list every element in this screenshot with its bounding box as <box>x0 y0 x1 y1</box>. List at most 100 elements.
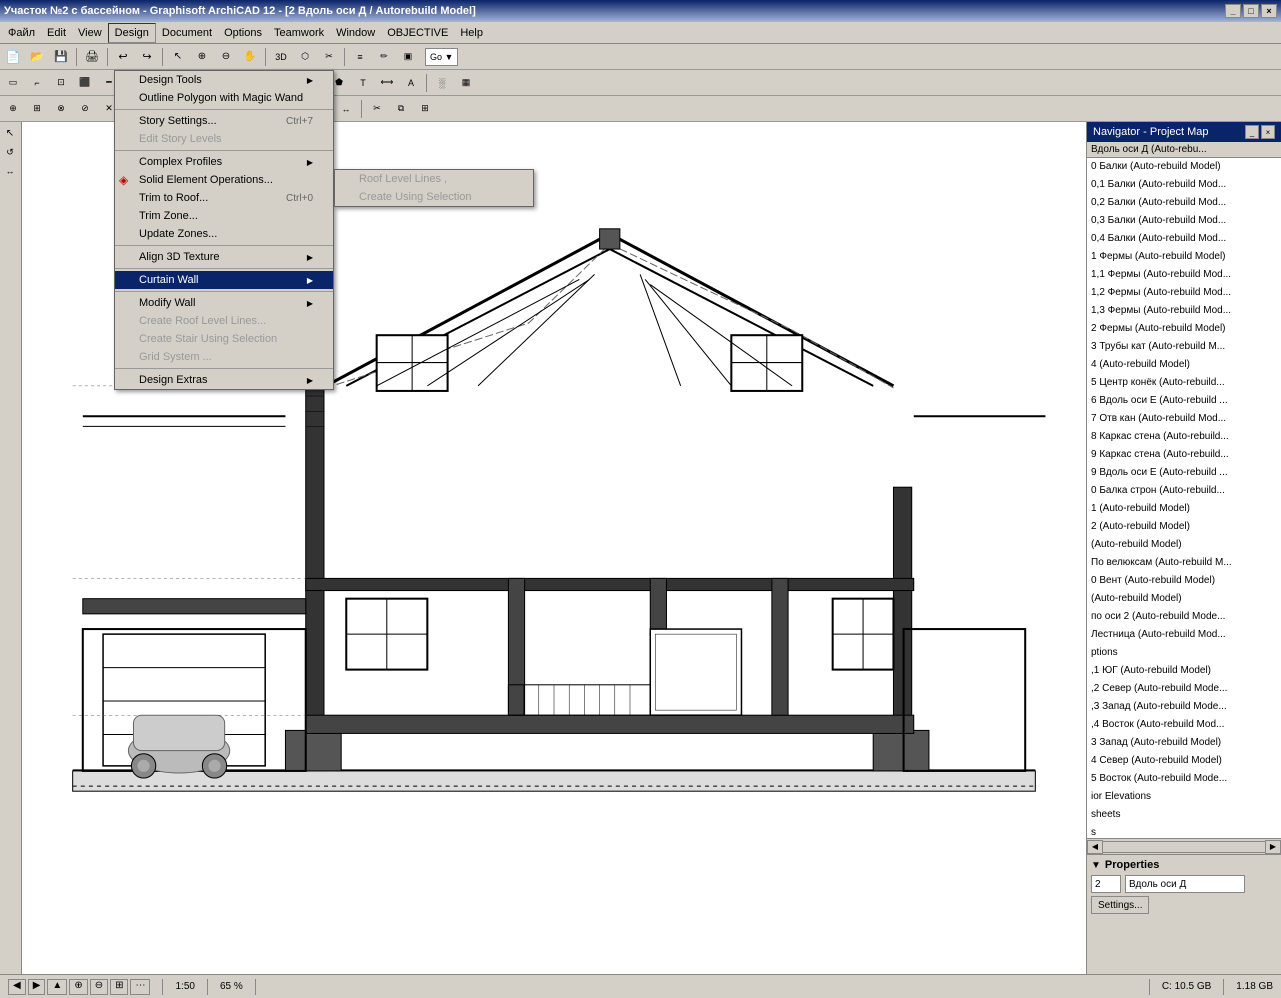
tb-text[interactable]: T <box>352 73 374 93</box>
nav-item-1[interactable]: 0,1 Балки (Auto-rebuild Mod... <box>1087 176 1281 194</box>
tb-layer[interactable]: ≡ <box>349 47 371 67</box>
tb-new[interactable]: 📄 <box>2 47 24 67</box>
tb-dim[interactable]: ⟷ <box>376 73 398 93</box>
settings-button[interactable]: Settings... <box>1091 896 1149 914</box>
nav-item-32[interactable]: 3 Запад (Auto-rebuild Model) <box>1087 734 1281 752</box>
menu-solid-element[interactable]: ◈ Solid Element Operations... <box>115 171 333 189</box>
nav-item-31[interactable]: ,4 Восток (Auto-rebuild Mod... <box>1087 716 1281 734</box>
nav-item-10[interactable]: 3 Трубы кат (Auto-rebuild M... <box>1087 338 1281 356</box>
nav-item-0[interactable]: 0 Балки (Auto-rebuild Model) <box>1087 158 1281 176</box>
nav-item-29[interactable]: ,2 Север (Auto-rebuild Mode... <box>1087 680 1281 698</box>
status-zoom-more[interactable]: ⋯ <box>130 979 150 995</box>
status-zoom-in[interactable]: ⊕ <box>69 979 87 995</box>
ltool-arrow[interactable]: ↖ <box>1 124 19 142</box>
nav-item-19[interactable]: 1 (Auto-rebuild Model) <box>1087 500 1281 518</box>
navigator-close[interactable]: × <box>1261 125 1275 139</box>
tb-pen[interactable]: ✏ <box>373 47 395 67</box>
tb-hatch[interactable]: ▦ <box>455 73 477 93</box>
tb-zoom-out[interactable]: ⊖ <box>215 47 237 67</box>
nav-item-27[interactable]: ptions <box>1087 644 1281 662</box>
tb-section[interactable]: ✂ <box>318 47 340 67</box>
status-zoom-out[interactable]: ⊖ <box>90 979 108 995</box>
menu-help[interactable]: Help <box>454 23 489 43</box>
tb-delete[interactable]: ✂ <box>366 99 388 119</box>
tb-door[interactable]: ⌐ <box>26 73 48 93</box>
tb-print[interactable]: 🖨 <box>81 47 103 67</box>
status-zoom-fit[interactable]: ⊞ <box>110 979 128 995</box>
nav-item-5[interactable]: 1 Фермы (Auto-rebuild Model) <box>1087 248 1281 266</box>
menu-update-zones[interactable]: Update Zones... <box>115 225 333 243</box>
status-next[interactable]: ▶ <box>28 979 46 995</box>
nav-item-8[interactable]: 1,3 Фермы (Auto-rebuild Mod... <box>1087 302 1281 320</box>
menu-edit[interactable]: Edit <box>41 23 72 43</box>
tb-zoom-in[interactable]: ⊕ <box>191 47 213 67</box>
tb-select[interactable]: ↖ <box>167 47 189 67</box>
nav-item-16[interactable]: 9 Каркас стена (Auto-rebuild... <box>1087 446 1281 464</box>
maximize-button[interactable]: □ <box>1243 4 1259 18</box>
nav-item-36[interactable]: sheets <box>1087 806 1281 824</box>
nav-item-18[interactable]: 0 Балка строн (Auto-rebuild... <box>1087 482 1281 500</box>
nav-item-11[interactable]: 4 (Auto-rebuild Model) <box>1087 356 1281 374</box>
menu-design-tools[interactable]: Design Tools <box>115 71 333 89</box>
tb-pan[interactable]: ✋ <box>239 47 261 67</box>
window-controls[interactable]: _ □ × <box>1225 4 1277 18</box>
nav-item-23[interactable]: 0 Вент (Auto-rebuild Model) <box>1087 572 1281 590</box>
nav-item-20[interactable]: 2 (Auto-rebuild Model) <box>1087 518 1281 536</box>
menu-file[interactable]: Файл <box>2 23 41 43</box>
tb-column[interactable]: ⬛ <box>74 73 96 93</box>
menu-teamwork[interactable]: Teamwork <box>268 23 330 43</box>
nav-scroll-right[interactable]: ▶ <box>1265 840 1281 854</box>
tb-save[interactable]: 💾 <box>50 47 72 67</box>
nav-item-25[interactable]: по оси 2 (Auto-rebuild Mode... <box>1087 608 1281 626</box>
tb-snap4[interactable]: ⊘ <box>74 99 96 119</box>
nav-item-24[interactable]: (Auto-rebuild Model) <box>1087 590 1281 608</box>
close-button[interactable]: × <box>1261 4 1277 18</box>
tb-snap3[interactable]: ⊗ <box>50 99 72 119</box>
nav-item-3[interactable]: 0,3 Балки (Auto-rebuild Mod... <box>1087 212 1281 230</box>
nav-item-7[interactable]: 1,2 Фермы (Auto-rebuild Mod... <box>1087 284 1281 302</box>
nav-item-21[interactable]: (Auto-rebuild Model) <box>1087 536 1281 554</box>
minimize-button[interactable]: _ <box>1225 4 1241 18</box>
status-prev[interactable]: ◀ <box>8 979 26 995</box>
tb-undo[interactable]: ↩ <box>112 47 134 67</box>
menu-align-texture[interactable]: Align 3D Texture <box>115 248 333 266</box>
nav-item-34[interactable]: 5 Восток (Auto-rebuild Mode... <box>1087 770 1281 788</box>
nav-item-28[interactable]: ,1 ЮГ (Auto-rebuild Model) <box>1087 662 1281 680</box>
navigator-minimize[interactable]: _ <box>1245 125 1259 139</box>
nav-item-26[interactable]: Лестница (Auto-rebuild Mod... <box>1087 626 1281 644</box>
tb-fill[interactable]: ▣ <box>397 47 419 67</box>
menu-window[interactable]: Window <box>330 23 381 43</box>
menu-trim-zone[interactable]: Trim Zone... <box>115 207 333 225</box>
menu-options[interactable]: Options <box>218 23 268 43</box>
menu-complex-profiles[interactable]: Complex Profiles <box>115 153 333 171</box>
ltool-stretch[interactable]: ↔ <box>1 162 19 180</box>
ltool-rotate[interactable]: ↺ <box>1 143 19 161</box>
tb-view[interactable]: ⬡ <box>294 47 316 67</box>
nav-item-6[interactable]: 1,1 Фермы (Auto-rebuild Mod... <box>1087 266 1281 284</box>
menu-document[interactable]: Document <box>156 23 218 43</box>
tb-label[interactable]: A <box>400 73 422 93</box>
nav-item-9[interactable]: 2 Фермы (Auto-rebuild Model) <box>1087 320 1281 338</box>
nav-item-17[interactable]: 9 Вдоль оси Е (Auto-rebuild ... <box>1087 464 1281 482</box>
menu-modify-wall[interactable]: Modify Wall <box>115 294 333 312</box>
tb-3d[interactable]: 3D <box>270 47 292 67</box>
property-num-input[interactable] <box>1091 875 1121 893</box>
nav-item-22[interactable]: По велюксам (Auto-rebuild M... <box>1087 554 1281 572</box>
tb-group[interactable]: ⊞ <box>414 99 436 119</box>
nav-item-14[interactable]: 7 Отв кан (Auto-rebuild Mod... <box>1087 410 1281 428</box>
go-button[interactable]: Go ▼ <box>425 48 458 66</box>
nav-item-15[interactable]: 8 Каркас стена (Auto-rebuild... <box>1087 428 1281 446</box>
nav-item-2[interactable]: 0,2 Балки (Auto-rebuild Mod... <box>1087 194 1281 212</box>
nav-item-30[interactable]: ,3 Запад (Auto-rebuild Mode... <box>1087 698 1281 716</box>
tb-redo[interactable]: ↪ <box>136 47 158 67</box>
menu-objective[interactable]: OBJECTIVE <box>381 23 454 43</box>
tb-snap2[interactable]: ⊞ <box>26 99 48 119</box>
property-name-input[interactable] <box>1125 875 1245 893</box>
nav-item-12[interactable]: 5 Центр конёк (Auto-rebuild... <box>1087 374 1281 392</box>
nav-item-37[interactable]: s <box>1087 824 1281 838</box>
tb-window[interactable]: ⊡ <box>50 73 72 93</box>
tb-snap1[interactable]: ⊕ <box>2 99 24 119</box>
nav-scroll-left[interactable]: ◀ <box>1087 840 1103 854</box>
status-up[interactable]: ▲ <box>47 979 67 995</box>
menu-design[interactable]: Design <box>108 23 156 43</box>
